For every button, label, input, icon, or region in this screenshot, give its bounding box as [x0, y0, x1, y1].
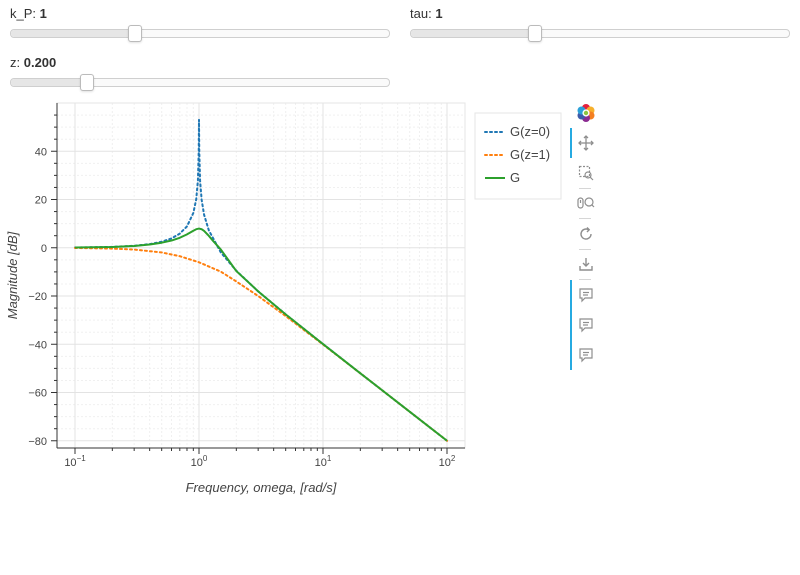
slider-k-p-name: k_P: [10, 6, 33, 21]
toolbar-separator: [579, 188, 591, 189]
slider-tau-title: tau: 1: [410, 6, 443, 21]
slider-tau-value: 1: [435, 6, 443, 21]
toolbar-separator: [579, 279, 591, 280]
slider-z-handle[interactable]: [80, 74, 95, 91]
x-tick-label: 101: [315, 454, 332, 469]
y-tick-label: 40: [35, 146, 47, 158]
slider-k-p[interactable]: k_P: 1: [10, 7, 390, 47]
plot-toolbar: [568, 100, 604, 380]
slider-k-p-value: 1: [39, 6, 47, 21]
reset-icon[interactable]: [572, 221, 600, 247]
dashboard: k_P: 1 tau: 1 z: 0.200 −80 −60 −40 −20 0 20 40…: [0, 0, 800, 575]
x-tick-label: 102: [439, 454, 456, 469]
hover-icon[interactable]: [572, 312, 600, 338]
slider-k-p-title: k_P: 1: [10, 6, 47, 21]
box-zoom-icon[interactable]: [572, 160, 600, 186]
slider-k-p-fill: [11, 30, 135, 37]
y-tick-label: 20: [35, 195, 47, 207]
y-tick-label: −20: [28, 291, 47, 303]
legend-label: G(z=1): [510, 147, 550, 162]
y-tick-label: 0: [41, 243, 47, 255]
plot-frame: [56, 102, 466, 449]
legend-label: G(z=0): [510, 124, 550, 139]
x-tick-label: 100: [191, 454, 208, 469]
bokeh-logo-icon[interactable]: [572, 100, 600, 126]
slider-tau[interactable]: tau: 1: [410, 7, 790, 47]
slider-z-title: z: 0.200: [10, 55, 57, 70]
bode-magnitude-plot[interactable]: −80 −60 −40 −20 0 20 40 10−1 100 101 102 Frequency…: [0, 96, 565, 506]
grid-minor: [57, 103, 465, 448]
legend: G(z=0) G(z=1) G: [474, 112, 562, 200]
slider-z-fill: [11, 79, 88, 86]
toolbar-separator: [579, 218, 591, 219]
y-tick-label: −40: [28, 339, 47, 351]
hover-icon[interactable]: [572, 342, 600, 368]
slider-tau-handle[interactable]: [527, 25, 542, 42]
slider-z-track[interactable]: [10, 74, 390, 91]
grid-major: [57, 103, 465, 448]
slider-tau-name: tau: [410, 6, 429, 21]
slider-k-p-handle[interactable]: [127, 25, 142, 42]
y-tick-label: −60: [28, 388, 47, 400]
legend-label: G: [510, 170, 520, 185]
axes: −80 −60 −40 −20 0 20 40 10−1 100 101 102: [28, 102, 466, 469]
wheel-zoom-icon[interactable]: [572, 190, 600, 216]
slider-k-p-track[interactable]: [10, 25, 390, 42]
pan-icon[interactable]: [572, 130, 600, 156]
slider-tau-fill: [411, 30, 535, 37]
x-tick-label: 10−1: [64, 454, 86, 469]
series-line-3: [74, 227, 448, 442]
toolbar-separator: [579, 249, 591, 250]
save-icon[interactable]: [572, 251, 600, 277]
y-axis-label: Magnitude [dB]: [5, 231, 20, 319]
y-tick-label: −80: [28, 436, 47, 448]
slider-z-name: z: [10, 55, 17, 70]
x-axis-label: Frequency, omega, [rad/s]: [186, 480, 337, 495]
hover-icon[interactable]: [572, 282, 600, 308]
slider-z-value: 0.200: [23, 55, 57, 70]
slider-z[interactable]: z: 0.200: [10, 56, 390, 96]
slider-tau-track[interactable]: [410, 25, 790, 42]
